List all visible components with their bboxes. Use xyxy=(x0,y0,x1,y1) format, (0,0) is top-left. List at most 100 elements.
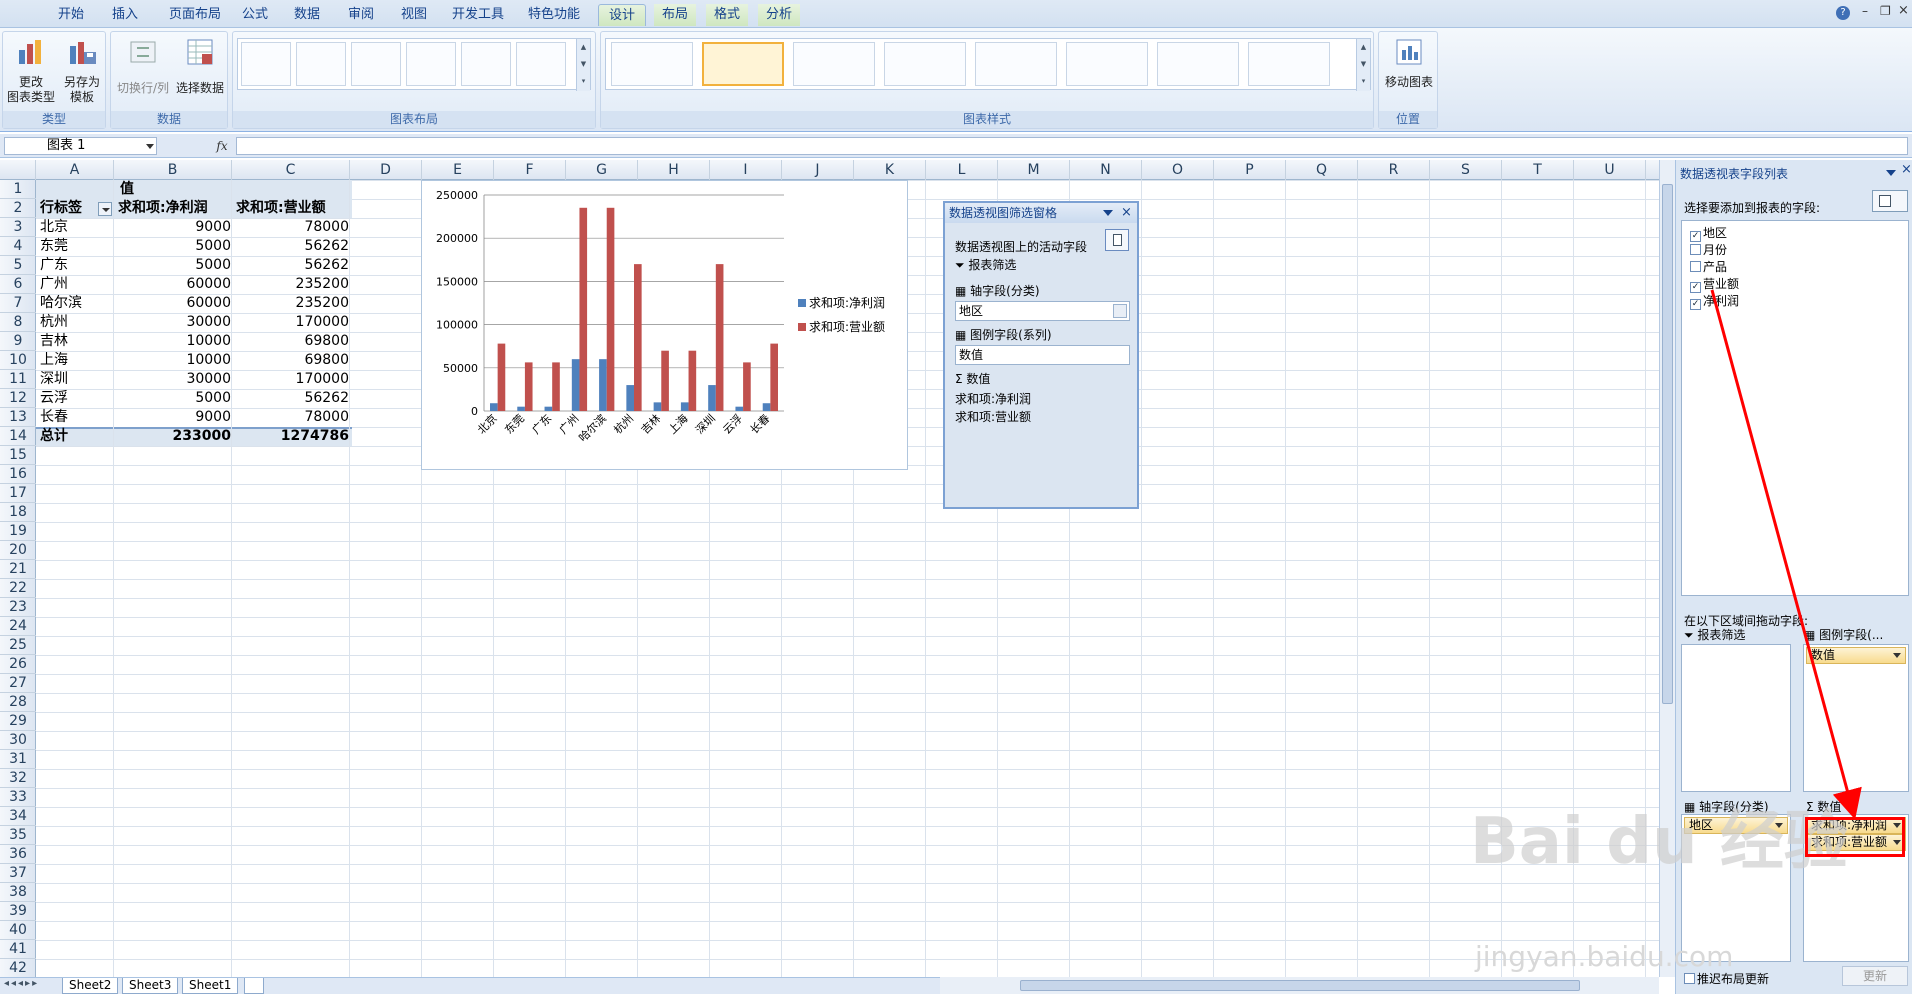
column-header[interactable]: R xyxy=(1358,160,1430,180)
row-header[interactable]: 34 xyxy=(0,807,36,826)
column-header[interactable]: B xyxy=(114,160,232,180)
restore-icon[interactable]: ❐ xyxy=(1880,4,1891,18)
chart-layout-gallery[interactable]: ▲ ▼ ▾ xyxy=(237,38,591,91)
help-icon[interactable]: ? xyxy=(1836,6,1850,20)
tab-design[interactable]: 设计 xyxy=(598,4,646,26)
style-gallery-scroll[interactable]: ▲ ▼ ▾ xyxy=(1356,39,1370,91)
row-header[interactable]: 29 xyxy=(0,712,36,731)
change-chart-type-button[interactable]: 更改 图表类型 xyxy=(7,36,55,105)
style-thumb-5[interactable] xyxy=(975,42,1057,86)
row-header[interactable]: 12 xyxy=(0,389,36,408)
column-header[interactable]: P xyxy=(1214,160,1286,180)
insert-sheet-icon[interactable] xyxy=(244,978,264,994)
pivot-cell-profit[interactable]: 10000 xyxy=(118,351,234,370)
name-box[interactable]: 图表 1 xyxy=(4,137,157,155)
layout-thumb-6[interactable] xyxy=(516,42,566,86)
save-as-template-button[interactable]: 另存为 模板 xyxy=(59,36,105,105)
row-header[interactable]: 35 xyxy=(0,826,36,845)
tab-home[interactable]: 开始 xyxy=(50,4,92,26)
row-header[interactable]: 36 xyxy=(0,845,36,864)
pivot-cell-revenue[interactable]: 78000 xyxy=(236,218,352,237)
select-all-corner[interactable] xyxy=(0,160,36,180)
pivot-cell-city[interactable]: 北京 xyxy=(40,218,116,237)
row-header[interactable]: 17 xyxy=(0,484,36,503)
column-header[interactable]: G xyxy=(566,160,638,180)
pivot-cell-city[interactable]: 上海 xyxy=(40,351,116,370)
row-header[interactable]: 13 xyxy=(0,408,36,427)
pfp-close-icon[interactable]: × xyxy=(1121,205,1132,220)
row-header[interactable]: 41 xyxy=(0,940,36,959)
axis-dropdown-icon[interactable] xyxy=(1113,304,1127,318)
column-header[interactable]: D xyxy=(350,160,422,180)
chart-style-gallery[interactable]: ▲ ▼ ▾ xyxy=(605,38,1371,91)
tab-review[interactable]: 审阅 xyxy=(340,4,382,26)
pivot-cell-city[interactable]: 云浮 xyxy=(40,389,116,408)
row-header[interactable]: 26 xyxy=(0,655,36,674)
row-header[interactable]: 14 xyxy=(0,427,36,446)
pivot-cell-profit[interactable]: 60000 xyxy=(118,294,234,313)
column-header[interactable]: H xyxy=(638,160,710,180)
tab-special[interactable]: 特色功能 xyxy=(522,4,586,26)
checkbox[interactable] xyxy=(1684,973,1695,984)
tab-data[interactable]: 数据 xyxy=(286,4,328,26)
column-header[interactable]: I xyxy=(710,160,782,180)
layout-thumb-4[interactable] xyxy=(406,42,456,86)
row-header[interactable]: 9 xyxy=(0,332,36,351)
pivot-cell-revenue[interactable]: 78000 xyxy=(236,408,352,427)
hscroll-thumb[interactable] xyxy=(1020,980,1580,991)
pfp-menu-icon[interactable] xyxy=(1103,210,1113,216)
sheet-tab-3[interactable]: Sheet3 xyxy=(122,978,179,994)
row-header[interactable]: 16 xyxy=(0,465,36,484)
row-header[interactable]: 15 xyxy=(0,446,36,465)
pivot-cell-profit[interactable]: 9000 xyxy=(118,218,234,237)
row-header[interactable]: 40 xyxy=(0,921,36,940)
style-thumb-1[interactable] xyxy=(611,42,693,86)
column-header[interactable]: M xyxy=(998,160,1070,180)
pivot-cell-city[interactable]: 杭州 xyxy=(40,313,116,332)
update-button[interactable]: 更新 xyxy=(1842,966,1908,986)
close-icon[interactable]: × xyxy=(1898,3,1909,18)
pivot-cell-revenue[interactable]: 69800 xyxy=(236,332,352,351)
row-header[interactable]: 37 xyxy=(0,864,36,883)
pfp-axis-select[interactable]: 地区 xyxy=(955,301,1130,321)
pivot-cell-revenue[interactable]: 56262 xyxy=(236,237,352,256)
select-data-button[interactable]: 选择数据 xyxy=(173,36,227,96)
formula-input[interactable] xyxy=(236,137,1908,155)
row-header[interactable]: 23 xyxy=(0,598,36,617)
sheet-nav-arrows[interactable]: ◂◂◂▸▸ xyxy=(4,978,39,989)
move-chart-button[interactable]: 移动图表 xyxy=(1381,36,1437,90)
row-header[interactable]: 19 xyxy=(0,522,36,541)
pivot-cell-profit[interactable]: 5000 xyxy=(118,237,234,256)
row-header[interactable]: 24 xyxy=(0,617,36,636)
row-header[interactable]: 2 xyxy=(0,199,36,218)
pivot-cell-profit[interactable]: 30000 xyxy=(118,370,234,389)
row-header[interactable]: 42 xyxy=(0,959,36,977)
namebox-dropdown-icon[interactable] xyxy=(146,144,154,149)
column-header[interactable]: A xyxy=(36,160,114,180)
layout-thumb-2[interactable] xyxy=(296,42,346,86)
pivot-cell-profit[interactable]: 60000 xyxy=(118,275,234,294)
layout-options-button[interactable] xyxy=(1872,190,1908,212)
pivot-cell-revenue[interactable]: 56262 xyxy=(236,256,352,275)
row-header[interactable]: 30 xyxy=(0,731,36,750)
checkbox[interactable] xyxy=(1690,261,1701,272)
layout-thumb-5[interactable] xyxy=(461,42,511,86)
column-header[interactable]: J xyxy=(782,160,854,180)
row-header[interactable]: 3 xyxy=(0,218,36,237)
tab-formulas[interactable]: 公式 xyxy=(234,4,276,26)
style-thumb-4[interactable] xyxy=(884,42,966,86)
field-item[interactable]: 月份 xyxy=(1690,242,1727,259)
field-item[interactable]: ✓ 地区 xyxy=(1690,225,1727,242)
row-header[interactable]: 22 xyxy=(0,579,36,598)
tab-analyze[interactable]: 分析 xyxy=(758,4,800,26)
row-header[interactable]: 5 xyxy=(0,256,36,275)
pivot-cell-city[interactable]: 吉林 xyxy=(40,332,116,351)
pivot-cell-city[interactable]: 深圳 xyxy=(40,370,116,389)
minimize-icon[interactable]: – xyxy=(1862,4,1868,18)
switch-row-column-button[interactable]: 切换行/列 xyxy=(113,36,173,96)
column-header[interactable]: E xyxy=(422,160,494,180)
pivot-cell-profit[interactable]: 5000 xyxy=(118,389,234,408)
pivot-cell-revenue[interactable]: 235200 xyxy=(236,294,352,313)
row-header[interactable]: 10 xyxy=(0,351,36,370)
horizontal-scrollbar[interactable] xyxy=(940,977,1659,994)
